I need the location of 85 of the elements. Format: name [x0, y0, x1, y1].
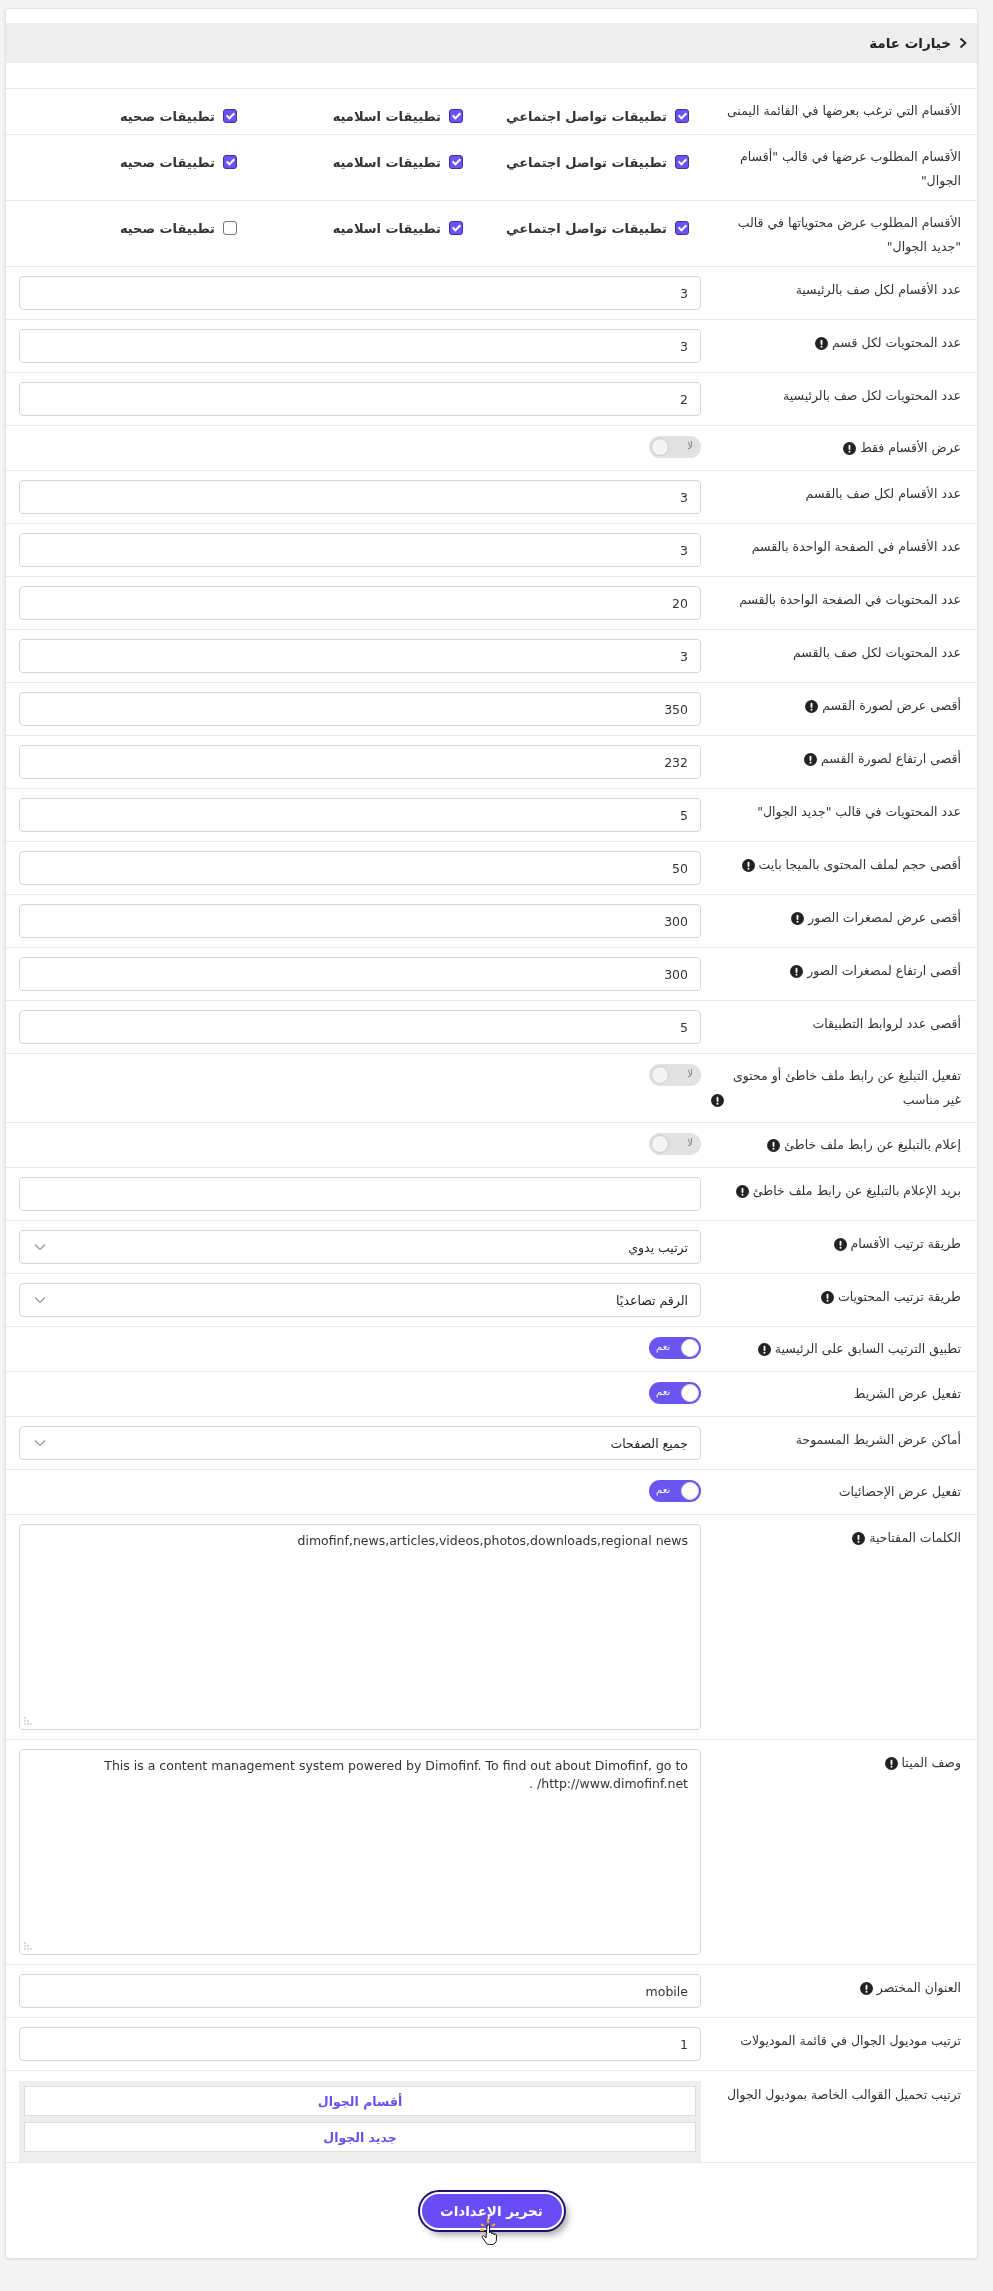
field-label: وصف الميتا	[901, 1754, 961, 1773]
field-label: عدد المحتويات لكل قسم	[832, 334, 961, 353]
field-label: ترتيب موديول الجوال في قائمة الموديولات	[740, 2032, 961, 2051]
checkbox-label: تطبيقات تواصل اجتماعي	[506, 220, 667, 236]
panel-header[interactable]: خيارات عامة	[6, 23, 977, 63]
field-label: عرض الأقسام فقط	[860, 439, 961, 458]
field-label: الأقسام التي ترغب بعرضها في القائمة اليمنى	[726, 102, 961, 121]
checkbox[interactable]	[675, 221, 689, 235]
input-field[interactable]: 3	[19, 639, 701, 673]
field-label: عدد المحتويات لكل صف بالقسم	[793, 644, 961, 663]
dropdown[interactable]: الرقم تصاعديًا	[19, 1283, 701, 1317]
input-field[interactable]: 3	[19, 480, 701, 514]
checkbox-label: تطبيقات صحيه	[119, 154, 215, 170]
field-label: أقصى عدد لروابط التطبيقات	[812, 1014, 961, 1034]
checkbox-label: تطبيقات اسلاميه	[332, 154, 441, 170]
save-settings-button[interactable]: تحرير الإعدادات	[419, 2191, 564, 2230]
field-label: تفعيل عرض الإحصائيات	[838, 1483, 961, 1502]
field-label: عدد الأقسام في الصفحة الواحدة بالقسم	[751, 538, 961, 557]
chevron-down-icon	[34, 1243, 46, 1251]
dropdown[interactable]: ترتيب يدوي	[19, 1230, 701, 1264]
input-field[interactable]: 350	[19, 692, 701, 726]
field-label: إعلام بالتبليغ عن رابط ملف خاطئ	[784, 1136, 961, 1155]
input-field[interactable]: 1	[19, 2027, 701, 2061]
chevron-icon	[959, 37, 967, 49]
checkbox-label: تطبيقات تواصل اجتماعي	[506, 154, 667, 170]
field-label: أقصى عرض لمصغرات الصور	[808, 908, 961, 928]
field-label: عدد المحتويات في قالب "جديد الجوال"	[757, 803, 961, 822]
resize-handle-icon	[24, 1942, 32, 1950]
field-label: عدد المحتويات في الصفحة الواحدة بالقسم	[739, 591, 961, 610]
input-field[interactable]: mobile	[19, 1974, 701, 2008]
resize-handle-icon	[24, 1717, 32, 1725]
checkbox-label: تطبيقات اسلاميه	[332, 108, 441, 124]
field-label: أقصى ارتفاع لصورة القسم	[821, 749, 961, 769]
field-label: طريقة ترتيب الأقسام	[850, 1235, 961, 1253]
field-label: تفعيل التبليغ عن رابط ملف خاطئ أو محتوى غير مناسب	[731, 1066, 961, 1110]
chevron-down-icon	[34, 1296, 46, 1304]
checkbox-label: تطبيقات اسلاميه	[332, 220, 441, 236]
sortable-item[interactable]: أقسام الجوال	[24, 2086, 696, 2116]
checkbox[interactable]	[223, 221, 237, 235]
field-label: أقصى حجم لملف المحتوى بالميجا بايت	[758, 855, 961, 875]
field-label: تفعيل عرض الشريط	[853, 1385, 961, 1404]
toggle-switch[interactable]: نعم	[649, 1382, 701, 1404]
input-field[interactable]: 5	[19, 798, 701, 832]
toggle-switch[interactable]: نعم	[649, 1480, 701, 1502]
input-field[interactable]: 2	[19, 382, 701, 416]
checkbox[interactable]	[675, 109, 689, 123]
field-label: عدد المحتويات لكل صف بالرئيسية	[783, 387, 961, 406]
text-area[interactable]: This is a content management system powered by Dimofinf. To find out about Dimofinf, go to http://www.dimofinf.net/ .	[19, 1749, 701, 1955]
field-label: الأقسام المطلوب عرضها في قالب "أقسام الجوال"	[739, 147, 961, 191]
field-label: أقصى عرض لصورة القسم	[822, 696, 961, 716]
field-label: أقصى ارتفاع لمصغرات الصور	[807, 961, 961, 981]
input-field[interactable]: 3	[19, 276, 701, 310]
input-field[interactable]: 300	[19, 957, 701, 991]
text-area[interactable]: dimofinf,news,articles,videos,photos,downloads,regional news	[19, 1524, 701, 1730]
field-label: الكلمات المفتاحية	[869, 1529, 961, 1547]
input-field[interactable]: 50	[19, 851, 701, 885]
field-label: أماكن عرض الشريط المسموحة	[795, 1430, 961, 1450]
input-field[interactable]: 232	[19, 745, 701, 779]
checkbox[interactable]	[449, 221, 463, 235]
input-field[interactable]: 5	[19, 1010, 701, 1044]
checkbox[interactable]	[449, 109, 463, 123]
checkbox[interactable]	[675, 155, 689, 169]
checkbox-label: تطبيقات صحيه	[119, 108, 215, 124]
field-label: عدد الأقسام لكل صف بالقسم	[805, 485, 961, 503]
input-field[interactable]: 3	[19, 533, 701, 567]
checkbox[interactable]	[449, 155, 463, 169]
field-label: بريد الإعلام بالتبليغ عن رابط ملف خاطئ	[752, 1182, 961, 1201]
field-label: الأقسام المطلوب عرض محتوياتها في قالب "جديد الجوال"	[736, 214, 961, 257]
checkbox-label: تطبيقات تواصل اجتماعي	[506, 108, 667, 124]
field-label: ترتيب تحميل القوالب الخاصة بموديول الجوال	[727, 2086, 961, 2105]
field-label: عدد الأقسام لكل صف بالرئيسية	[795, 281, 961, 300]
checkbox-label: تطبيقات صحيه	[119, 220, 215, 236]
input-field[interactable]: 3	[19, 329, 701, 363]
field-label: تطبيق الترتيب السابق على الرئيسية	[774, 1340, 961, 1359]
field-label: طريقة ترتيب المحتويات	[837, 1288, 961, 1307]
toggle-switch[interactable]: نعم	[649, 1337, 701, 1359]
chevron-down-icon	[34, 1439, 46, 1447]
checkbox[interactable]	[223, 109, 237, 123]
checkbox[interactable]	[223, 155, 237, 169]
dropdown[interactable]: جميع الصفحات	[19, 1426, 701, 1460]
input-field[interactable]: 300	[19, 904, 701, 938]
sortable-item[interactable]: جديد الجوال	[24, 2122, 696, 2152]
input-field[interactable]: 20	[19, 586, 701, 620]
input-field[interactable]	[19, 1177, 701, 1211]
field-label: العنوان المختصر	[876, 1979, 961, 1998]
